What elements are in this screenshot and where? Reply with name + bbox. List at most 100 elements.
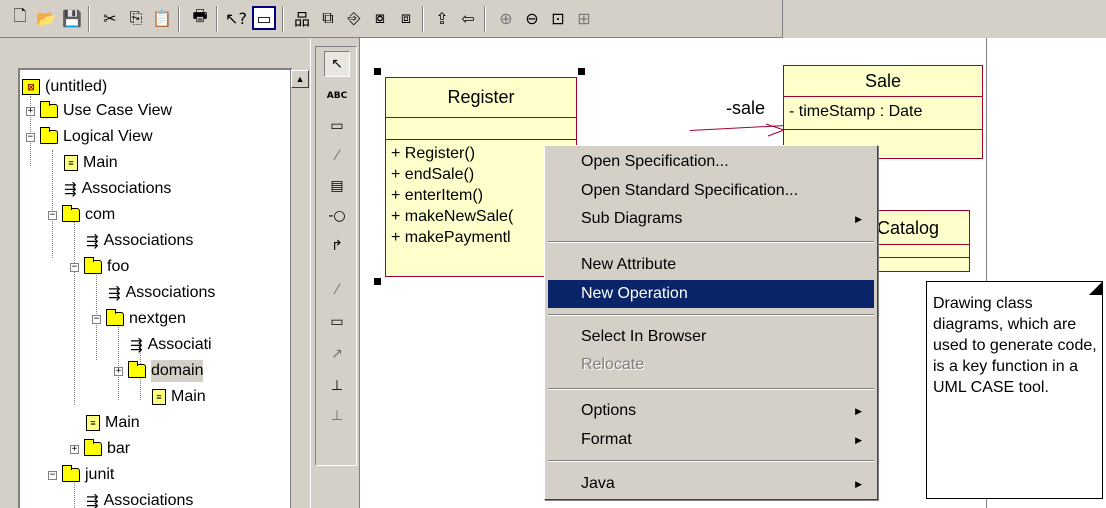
menu-item-open-standard-specification[interactable]: Open Standard Specification... [548, 177, 874, 205]
class-tool-icon[interactable]: ▤ [324, 173, 350, 199]
toolbox-frame: ↖ ABC ▭ ⁄ ▤ -○ ↱ ⁄ ▭ ↗ ⊥ ⊥ [315, 46, 357, 466]
browse-component-diagram-icon[interactable]: ⎆ [342, 6, 366, 30]
view-documentation-icon[interactable]: ▭ [252, 6, 276, 30]
save-icon[interactable]: 💾 [60, 6, 84, 30]
tree-item-use-case-view[interactable]: + Use Case View [26, 100, 172, 122]
callout-fold-icon [1089, 281, 1103, 295]
folder-icon [128, 361, 146, 378]
associations-icon: ⇶ [64, 180, 77, 198]
scroll-up-icon[interactable]: ▲ [291, 70, 309, 88]
class-name: Sale [784, 66, 982, 97]
toolbar-separator [88, 6, 90, 32]
toolbar-frame: 🗋 📂 💾 ✂ ⎘ 📋 🖶 ↖? ▭ 品 ⧉ ⎆ ⧇ ⧈ ⇪ ⇦ ⊕ ⊖ ⊡ ⊞ [0, 0, 783, 38]
tree-scrollbar[interactable]: ▲ [290, 70, 309, 508]
menu-separator [548, 460, 874, 462]
menu-item-label: Format [581, 431, 632, 448]
tree-item-main[interactable]: ≡ Main [152, 386, 206, 408]
browse-class-diagram-icon[interactable]: 品 [290, 6, 314, 30]
generalization-tool-icon[interactable]: ⊥ [324, 373, 350, 399]
tree-item-main[interactable]: ≡ Main [86, 412, 140, 434]
attribute-compartment [386, 118, 576, 140]
browse-deployment-diagram-icon[interactable]: ⧈ [394, 6, 418, 30]
tree-item-nextgen[interactable]: − nextgen [92, 308, 186, 330]
interface-tool-icon[interactable]: -○ [324, 203, 350, 229]
anchor-note-tool-icon[interactable]: ⁄ [324, 143, 350, 169]
menu-item-select-in-browser[interactable]: Select In Browser [548, 323, 874, 351]
context-menu: Open Specification... Open Standard Spec… [544, 145, 878, 500]
copy-icon[interactable]: ⎘ [124, 6, 148, 30]
association-class-tool-icon[interactable]: ⁄ [324, 277, 350, 303]
tree-item-junit[interactable]: − junit [48, 464, 114, 486]
expand-icon[interactable]: + [26, 106, 35, 116]
tree-item-bar[interactable]: + bar [70, 438, 130, 460]
tree-item-com[interactable]: − com [48, 204, 115, 226]
associations-icon: ⇶ [86, 492, 99, 508]
attribute-row[interactable]: - timeStamp : Date [784, 97, 982, 127]
menu-item-options[interactable]: Options ▶ [548, 397, 874, 425]
menu-item-open-specification[interactable]: Open Specification... [548, 148, 874, 176]
folder-icon [62, 205, 80, 222]
selection-handle[interactable] [578, 68, 585, 75]
zoom-out-icon[interactable]: ⊖ [520, 6, 544, 30]
menu-item-new-operation[interactable]: New Operation [548, 280, 874, 308]
folder-icon [40, 101, 58, 118]
tree-item-associations[interactable]: ⇶ Associations [86, 230, 193, 252]
browse-previous-diagram-icon[interactable]: ⇦ [456, 6, 480, 30]
tree-connector [74, 220, 75, 405]
new-icon[interactable]: 🗋 [8, 6, 32, 30]
fit-in-window-icon[interactable]: ⊡ [546, 6, 570, 30]
tree-item-main[interactable]: ≡ Main [64, 152, 118, 174]
class-diagram-icon: ≡ [64, 155, 78, 171]
package-tool-icon[interactable]: ▭ [324, 309, 350, 335]
menu-separator [548, 241, 874, 243]
selection-handle[interactable] [374, 68, 381, 75]
menu-item-java[interactable]: Java ▶ [548, 470, 874, 498]
caption-text: Drawing class diagrams, which are used t… [933, 295, 1097, 396]
tree-item-root[interactable]: ⊠ (untitled) [22, 76, 107, 98]
selection-handle[interactable] [374, 278, 381, 285]
cut-icon[interactable]: ✂ [98, 6, 122, 30]
unidirectional-association-tool-icon[interactable]: ↱ [324, 233, 350, 259]
zoom-in-icon[interactable]: ⊕ [494, 6, 518, 30]
note-tool-icon[interactable]: ▭ [324, 113, 350, 139]
expand-icon[interactable]: + [114, 366, 123, 376]
collapse-icon[interactable]: − [70, 262, 79, 272]
tree-item-logical-view[interactable]: − Logical View [26, 126, 153, 148]
browser-tree: ⊠ (untitled) + Use Case View − Logical V… [18, 68, 293, 508]
menu-item-new-attribute[interactable]: New Attribute [548, 251, 874, 279]
menu-item-sub-diagrams[interactable]: Sub Diagrams ▶ [548, 205, 874, 233]
print-icon[interactable]: 🖶 [188, 6, 212, 30]
menu-item-format[interactable]: Format ▶ [548, 426, 874, 454]
collapse-icon[interactable]: − [48, 470, 57, 480]
tree-item-foo[interactable]: − foo [70, 256, 129, 278]
collapse-icon[interactable]: − [48, 210, 57, 220]
browse-interaction-diagram-icon[interactable]: ⧉ [316, 6, 340, 30]
browse-parent-icon[interactable]: ⇪ [430, 6, 454, 30]
realization-tool-icon[interactable]: ⊥ [324, 403, 350, 429]
expand-icon[interactable]: + [70, 444, 79, 454]
tree-item-associations[interactable]: ⇶ Associations [108, 282, 215, 304]
class-diagram-icon: ≡ [152, 389, 166, 405]
menu-item-label: Java [581, 475, 615, 492]
toolbar-separator [422, 6, 424, 32]
collapse-icon[interactable]: − [26, 132, 35, 142]
text-tool-icon[interactable]: ABC [324, 83, 350, 109]
context-help-icon[interactable]: ↖? [224, 6, 248, 30]
browser-pane: ⊠ (untitled) + Use Case View − Logical V… [0, 38, 310, 508]
toolbar-separator [484, 6, 486, 32]
tree-item-domain[interactable]: + domain [114, 360, 204, 382]
association-role-label[interactable]: -sale [726, 98, 765, 119]
paste-icon[interactable]: 📋 [150, 6, 174, 30]
open-icon[interactable]: 📂 [34, 6, 58, 30]
tree-item-associations[interactable]: ⇶ Associati [130, 334, 212, 356]
collapse-icon[interactable]: − [92, 314, 101, 324]
tree-item-associations[interactable]: ⇶ Associations [64, 178, 171, 200]
browse-state-diagram-icon[interactable]: ⧇ [368, 6, 392, 30]
tree-item-associations[interactable]: ⇶ Associations [86, 490, 193, 508]
class-name: Register [386, 78, 576, 118]
associations-icon: ⇶ [86, 232, 99, 250]
undo-fit-icon[interactable]: ⊞ [572, 6, 596, 30]
attribute-compartment: - timeStamp : Date [784, 97, 982, 130]
dependency-tool-icon[interactable]: ↗ [324, 341, 350, 367]
selection-tool-icon[interactable]: ↖ [324, 51, 350, 77]
